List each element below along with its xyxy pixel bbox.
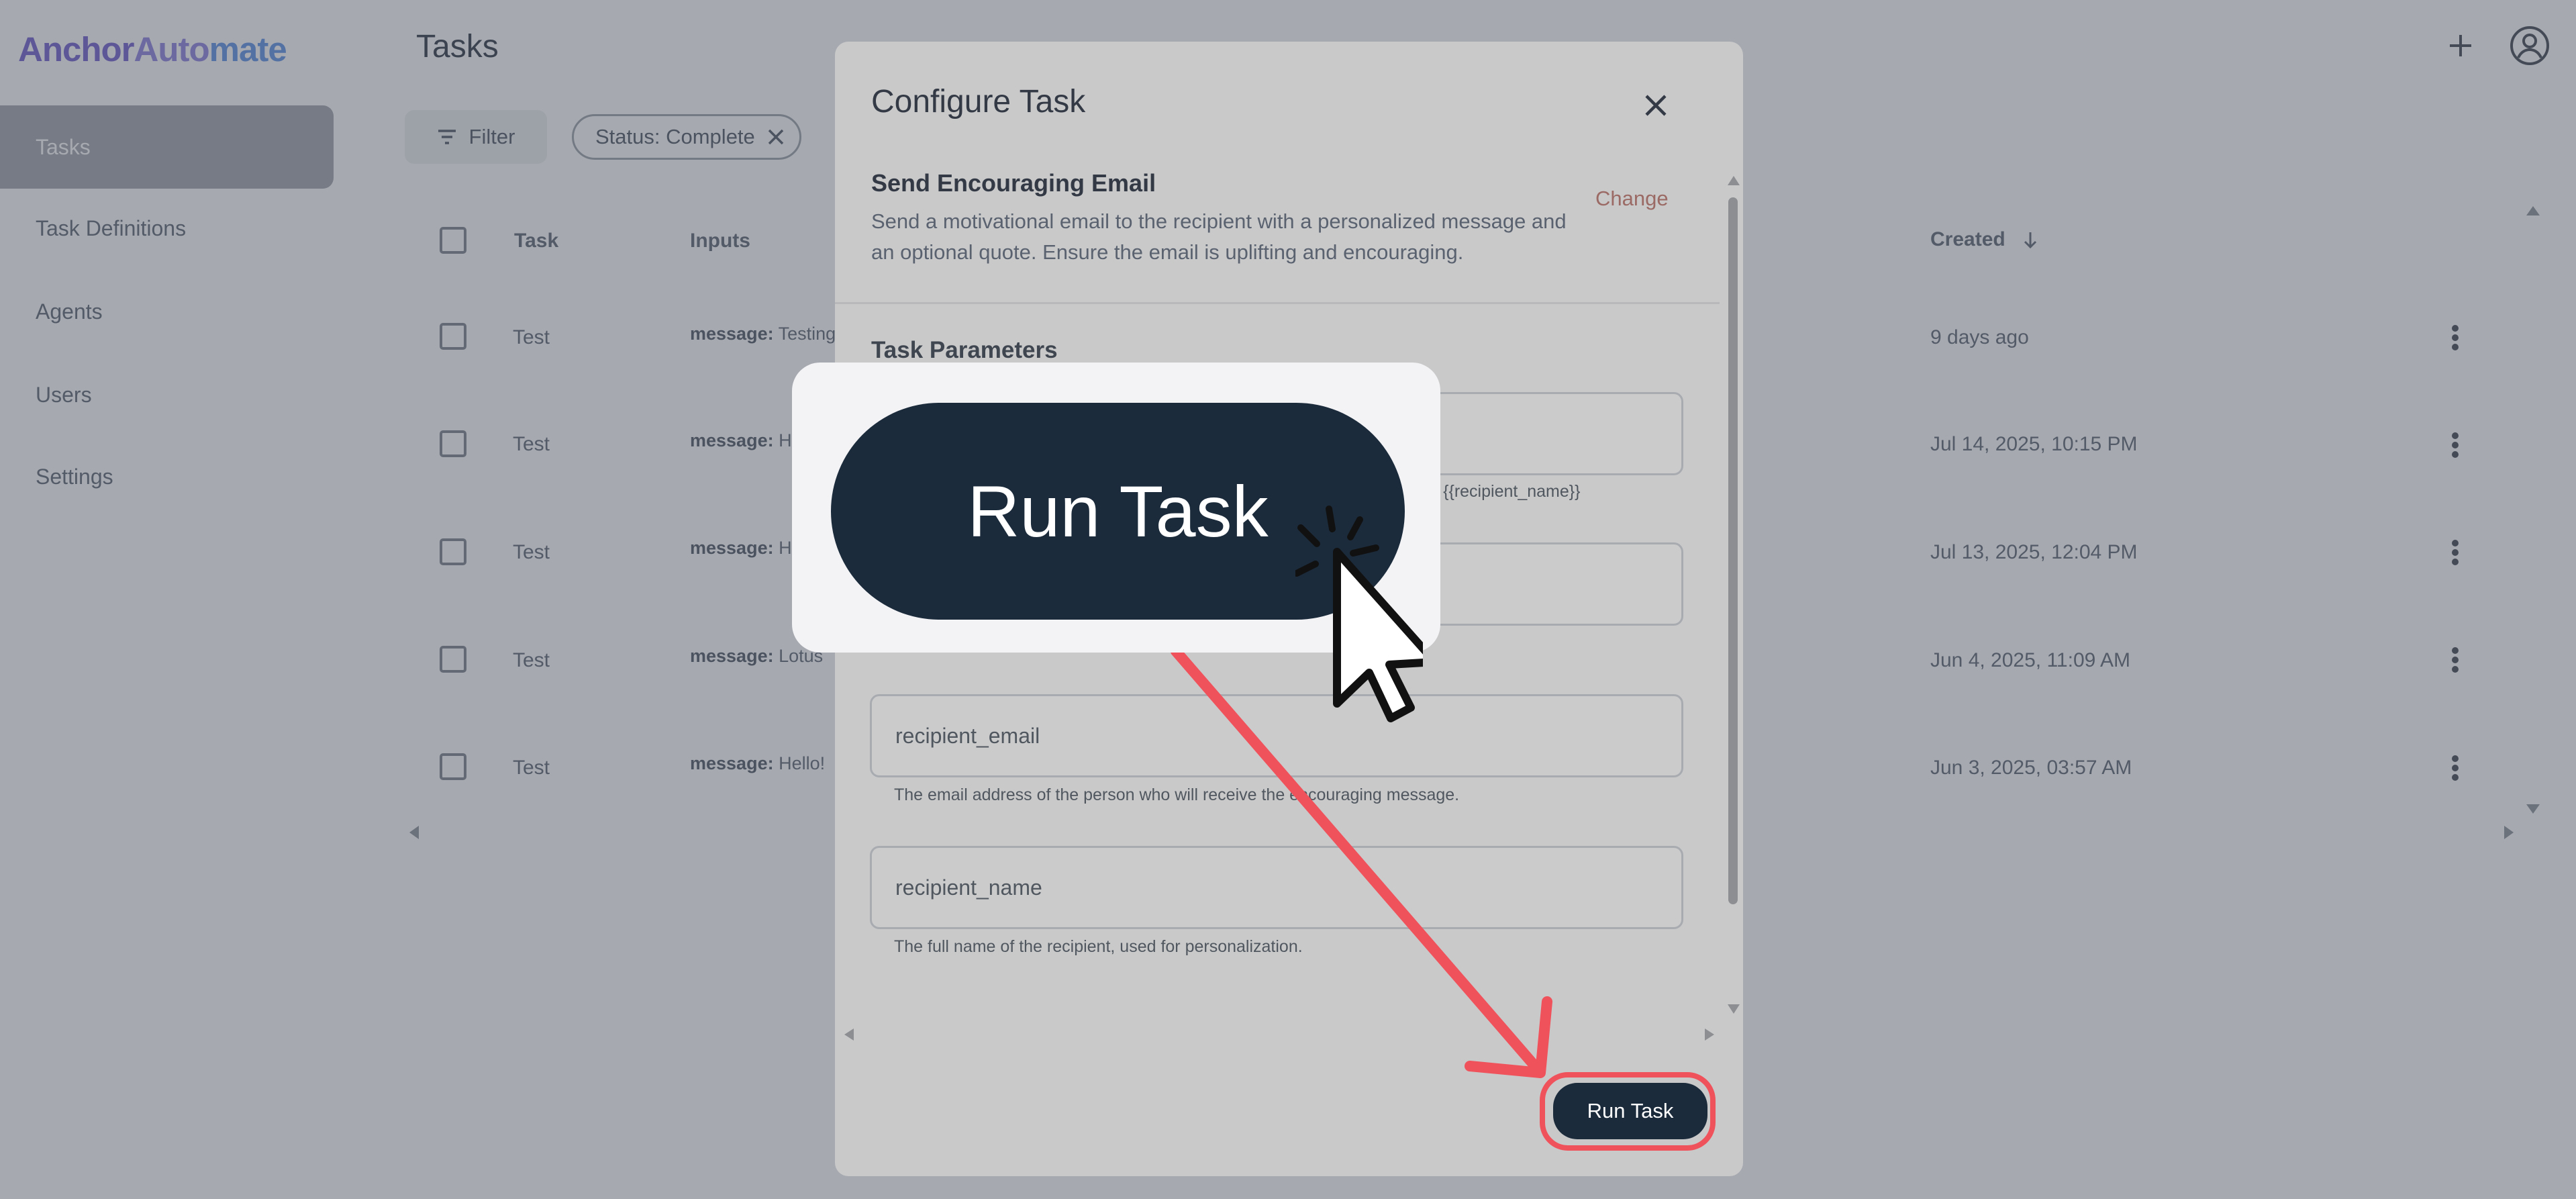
cursor-click-icon <box>1295 506 1423 722</box>
